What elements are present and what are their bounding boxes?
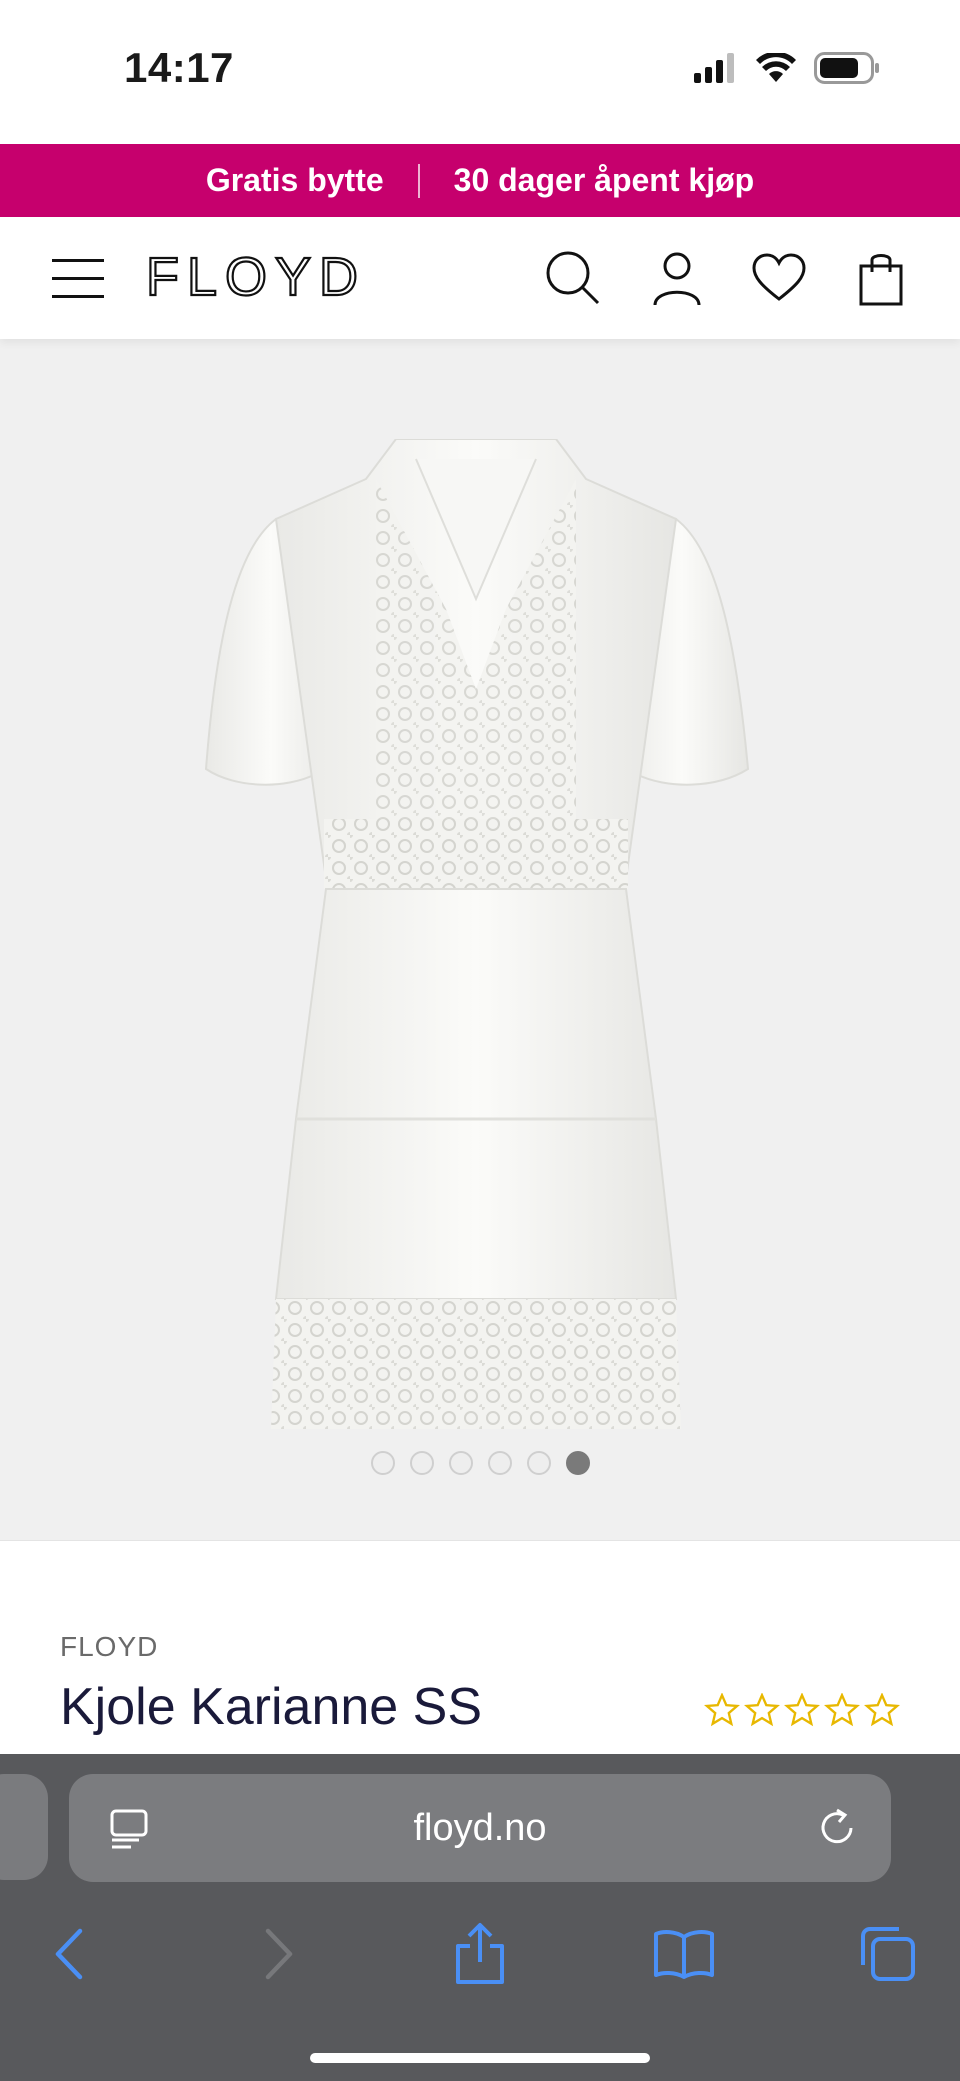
site-header: FLOYD (0, 217, 960, 339)
floyd-logo[interactable]: FLOYD (146, 247, 446, 307)
reader-icon[interactable] (109, 1808, 151, 1850)
gallery-dot[interactable] (526, 1451, 551, 1475)
browser-nav-row (0, 1902, 960, 2002)
product-info: FLOYD Kjole Karianne SS (0, 1541, 960, 1754)
rating-stars[interactable] (704, 1693, 900, 1727)
promo-free-exchange: Gratis bytte (205, 162, 384, 198)
star-icon (704, 1693, 740, 1727)
gallery-dot-active[interactable] (565, 1451, 590, 1475)
url-text[interactable]: floyd.no (413, 1807, 546, 1850)
tabs-icon[interactable] (856, 1922, 920, 1986)
status-time: 14:17 (124, 44, 234, 91)
home-indicator[interactable] (310, 2053, 650, 2063)
star-icon (824, 1693, 860, 1727)
promo-bar: Gratis bytte 30 dager åpent kjøp (0, 144, 960, 217)
shopping-bag-icon[interactable] (850, 247, 912, 309)
back-icon[interactable] (38, 1922, 102, 1986)
status-bar: 14:17 (0, 0, 960, 144)
reload-icon[interactable] (815, 1806, 859, 1850)
gallery-dot[interactable] (487, 1451, 512, 1475)
gallery-dot[interactable] (409, 1451, 434, 1475)
product-brand[interactable]: FLOYD (60, 1631, 158, 1663)
product-title: Kjole Karianne SS (60, 1678, 483, 1736)
bookmarks-icon[interactable] (652, 1922, 716, 1986)
cellular-signal-icon (694, 53, 734, 83)
status-icons (694, 52, 880, 84)
account-icon[interactable] (646, 247, 708, 309)
safari-toolbar: floyd.no (0, 1754, 960, 2081)
gallery-pagination (0, 1451, 960, 1475)
search-icon[interactable] (542, 247, 604, 309)
previous-tab-preview[interactable] (0, 1774, 48, 1880)
gallery-dot[interactable] (448, 1451, 473, 1475)
forward-icon[interactable] (246, 1922, 310, 1986)
battery-icon (814, 52, 879, 84)
star-icon (864, 1693, 900, 1727)
promo-divider (417, 163, 420, 198)
product-gallery[interactable] (0, 339, 960, 1541)
share-icon[interactable] (448, 1922, 512, 1986)
logo-text: FLOYD (146, 247, 366, 307)
promo-open-purchase: 30 dager åpent kjøp (453, 162, 755, 198)
wifi-icon (756, 53, 796, 82)
menu-icon[interactable] (52, 257, 104, 301)
address-bar[interactable]: floyd.no (69, 1774, 891, 1882)
gallery-dot[interactable] (370, 1451, 395, 1475)
wishlist-heart-icon[interactable] (748, 247, 810, 309)
star-icon (784, 1693, 820, 1727)
white-lace-dress-image (204, 439, 750, 1429)
star-icon (744, 1693, 780, 1727)
